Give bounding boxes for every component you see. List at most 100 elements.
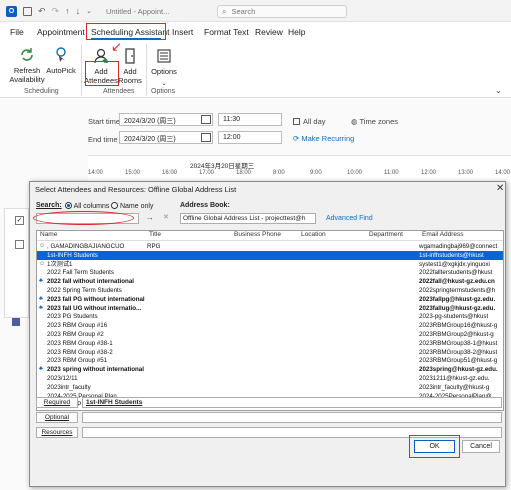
row-email: 2023RBMGroup16@hkust-g <box>419 322 498 330</box>
list-item[interactable]: 1st-INFH Students 1st-infhstudents@hkust <box>37 250 503 260</box>
list-item[interactable]: ♣ 2022 fall without international 2022fall… <box>37 277 503 286</box>
row-email: 2023fallpg@hkust-gz.edu. <box>419 295 496 303</box>
row-name: 1st-INFH Students <box>47 251 98 259</box>
attendee-checkbox[interactable]: ✓ <box>15 216 24 225</box>
autopick-icon <box>52 46 70 64</box>
outlook-logo-icon: O <box>6 6 17 17</box>
go-arrow-icon[interactable]: → <box>146 213 154 222</box>
list-item[interactable]: 2023 PG Students 2023-pg-students@hkust <box>37 312 503 321</box>
row-email: 2022springtermstudents@h <box>419 287 496 294</box>
start-time-field[interactable]: 11:30 <box>218 113 282 126</box>
optional-button[interactable]: Optional <box>36 412 78 423</box>
required-field[interactable]: 1st-INFH Students <box>82 397 502 408</box>
cancel-button[interactable]: Cancel <box>462 440 500 453</box>
attendee-checkbox[interactable] <box>15 240 24 249</box>
list-item[interactable]: 2023intr_faculty 2023intr_faculty@hkust-g <box>37 383 503 392</box>
list-item[interactable]: 2023 RBM Group #16 2023RBMGroup16@hkust-g <box>37 321 503 330</box>
calendar-icon[interactable] <box>201 133 211 142</box>
ribbon-separator <box>146 44 147 96</box>
time-scale-label: 8:00 <box>273 170 285 176</box>
address-book-select[interactable]: Offline Global Address List - projecttes… <box>180 213 316 224</box>
tab-help[interactable]: Help <box>288 27 305 37</box>
all-columns-radio[interactable]: All columns <box>65 202 109 210</box>
undo-icon[interactable]: ↶ <box>38 7 46 16</box>
refresh-icon <box>18 46 36 64</box>
group-icon: ♣ <box>39 366 43 373</box>
down-arrow-icon[interactable]: ↓ <box>76 7 81 16</box>
time-scale-label: 9:00 <box>310 170 322 176</box>
list-item[interactable]: 2023 RBM Group #51 2023RBMGroup51@hkust-g <box>37 356 503 365</box>
date-header: 2024年3月20日星期三 <box>190 163 255 170</box>
row-email: 1st-infhstudents@hkust <box>419 251 484 259</box>
end-time-field[interactable]: 12:00 <box>218 131 282 144</box>
time-scale-label: 10:00 <box>347 170 363 176</box>
tab-file[interactable]: File <box>10 27 24 37</box>
list-item[interactable]: 2023 RBM Group #38-2 2023RBMGroup38-2@hku… <box>37 348 503 357</box>
list-item[interactable]: 2023/12/11 20231211@hkust-gz.edu. <box>37 374 503 383</box>
time-zones-button[interactable]: ◍ Time zones <box>351 117 398 126</box>
row-name: 2022 fall without international <box>47 278 134 286</box>
group-options: Options <box>151 88 176 95</box>
search-box[interactable]: ⌕ Search <box>217 5 347 18</box>
redo-icon[interactable]: ↷ <box>52 7 60 16</box>
calendar-icon[interactable] <box>201 115 211 124</box>
list-item[interactable]: ☺, GAMADINGBAJIANGCUO RPG wgamadingbaj969@… <box>37 242 503 251</box>
address-book-label: Address Book: <box>180 202 230 209</box>
autopick-button[interactable]: AutoPick <box>44 46 78 75</box>
highlight-search-field <box>33 211 134 225</box>
save-icon[interactable] <box>23 7 32 16</box>
name-only-radio[interactable]: Name only <box>111 202 153 210</box>
row-email: wgamadingbaj969@connect <box>419 243 498 250</box>
end-time-label: End time <box>88 135 118 144</box>
make-recurring-button[interactable]: ⟳ Make Recurring <box>293 134 354 143</box>
row-name: 2023 RBM Group #2 <box>47 331 104 338</box>
group-icon: ♣ <box>39 278 43 285</box>
list-item[interactable]: 2023 RBM Group #38-1 2023RBMGroup38-1@hku… <box>37 339 503 348</box>
tab-insert[interactable]: Insert <box>172 27 193 37</box>
time-scale-label: 17:00 <box>199 170 215 176</box>
all-day-label[interactable]: All day <box>293 117 326 126</box>
row-name: 2023 spring without international <box>47 366 144 374</box>
all-day-checkbox[interactable] <box>293 118 300 125</box>
search-placeholder: Search <box>231 7 256 16</box>
row-name: 2023 PG Students <box>47 313 98 321</box>
row-name: 2023 RBM Group #38-1 <box>47 339 113 347</box>
required-button[interactable]: Required <box>36 397 78 408</box>
list-item[interactable]: 2022 Fall Term Students 2022fallterstuden… <box>37 268 503 277</box>
row-email: 2023RBMGroup38-1@hkust <box>419 339 498 347</box>
row-email: 2022fallterstudents@hkust <box>419 269 493 277</box>
row-name: , GAMADINGBAJIANGCUO <box>47 243 125 250</box>
advanced-find-link[interactable]: Advanced Find <box>326 215 373 222</box>
list-item[interactable]: 2023 RBM Group #2 2023RBMGroup2@hkust-g <box>37 330 503 339</box>
end-date-field[interactable]: 2024/3/20 (周三) <box>119 131 213 144</box>
group-icon: ♣ <box>39 304 43 311</box>
start-date-field[interactable]: 2024/3/20 (周三) <box>119 113 213 126</box>
list-item[interactable]: ♣ 2023 spring without international 2023sp… <box>37 365 503 374</box>
time-scale-label: 14:00 <box>88 170 104 176</box>
list-item[interactable]: 2022 Spring Term Students 2022springterms… <box>37 286 503 295</box>
tab-format-text[interactable]: Format Text <box>204 27 249 37</box>
tab-review[interactable]: Review <box>255 27 283 37</box>
options-button[interactable]: Options ⌄ <box>148 47 180 89</box>
customize-qat-icon[interactable]: ⌄ <box>86 7 92 16</box>
add-rooms-button[interactable]: Add Rooms <box>118 47 142 85</box>
clear-icon[interactable]: ✕ <box>163 213 169 221</box>
resources-button[interactable]: Resources <box>36 427 78 438</box>
search-label: Search: <box>36 202 62 209</box>
time-scale-label: 15:00 <box>125 170 141 176</box>
list-item[interactable]: ♣ 2023 fall UG without internatio... 2023f… <box>37 304 503 313</box>
close-icon[interactable]: ✕ <box>496 183 504 194</box>
time-scale: 14:00 15:00 16:00 17:00 18:00 8:00 9:00 10:00 11… <box>88 170 511 180</box>
ribbon-collapse-icon[interactable]: ⌄ <box>495 86 502 95</box>
row-name: 2023intr_faculty <box>47 383 91 391</box>
radio-selected-icon <box>65 202 72 209</box>
list-item[interactable]: ☺ 1次测试1 systest1@xgkjdx.yinguoxi <box>37 260 503 269</box>
person-icon: ☺ <box>39 260 46 267</box>
tab-appointment[interactable]: Appointment <box>37 27 85 37</box>
refresh-availability-button[interactable]: Refresh Availability <box>6 46 48 84</box>
row-email: 2023-pg-students@hkust <box>419 313 489 321</box>
up-arrow-icon[interactable]: ↑ <box>65 7 70 16</box>
group-attendees: Attendees <box>103 88 135 95</box>
list-item[interactable]: ♣ 2023 fall PG without international 2023f… <box>37 295 503 304</box>
optional-field[interactable] <box>82 412 502 423</box>
